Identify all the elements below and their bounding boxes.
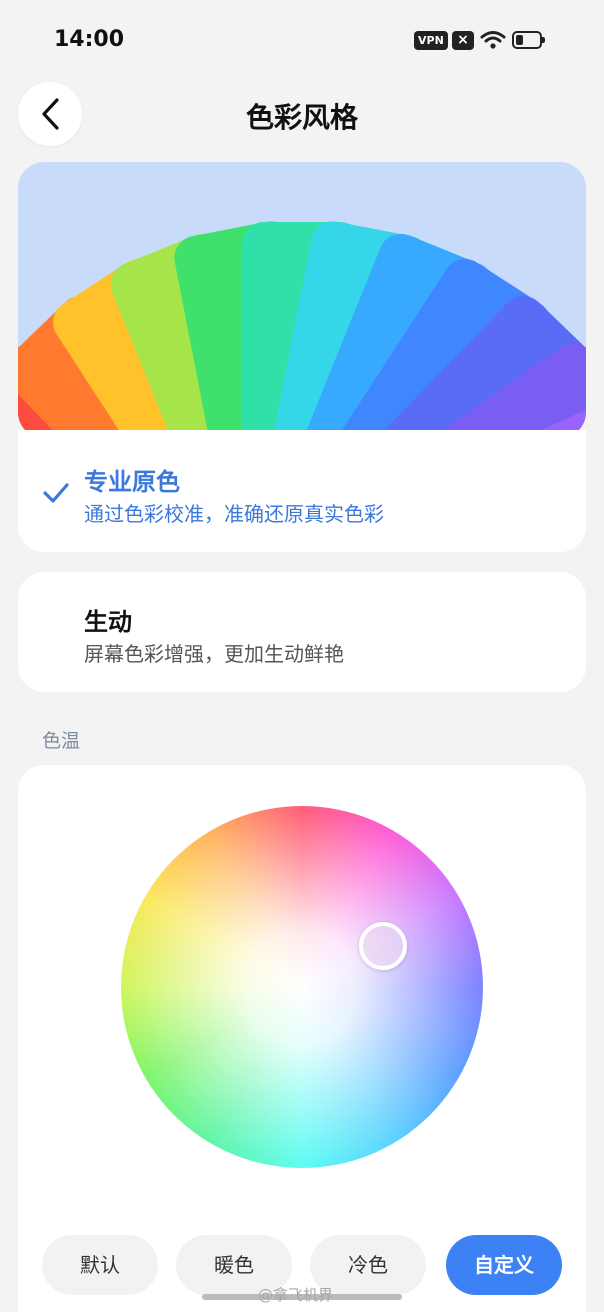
color-wheel[interactable] [121, 806, 483, 1168]
color-wheel-handle[interactable] [359, 922, 407, 970]
option-pro-title: 专业原色 [84, 468, 180, 496]
option-vivid-title: 生动 [84, 608, 132, 636]
preset-default-button[interactable]: 默认 [42, 1235, 158, 1295]
vpn-icon: VPN [414, 31, 448, 50]
preset-custom-button[interactable]: 自定义 [446, 1235, 562, 1295]
check-icon [43, 483, 69, 503]
color-style-hero-image [18, 162, 586, 438]
status-time: 14:00 [54, 27, 125, 52]
rainbow-fan-illustration [18, 221, 586, 438]
page-title: 色彩风格 [245, 101, 358, 134]
battery-level [516, 35, 523, 45]
color-temp-label: 色温 [42, 730, 81, 752]
option-pro-subtitle: 通过色彩校准，准确还原真实色彩 [84, 502, 384, 526]
color-style-page: 14:00 VPN × 色彩风格 专业原色 通过色彩校准，准确还原真实色彩 生动… [0, 0, 604, 1312]
option-vivid-subtitle: 屏幕色彩增强，更加生动鲜艳 [84, 642, 344, 666]
wifi-icon [480, 31, 506, 49]
status-bar: 14:00 VPN × [0, 0, 604, 80]
watermark: @拿飞机界 [258, 1286, 334, 1304]
battery-icon [512, 31, 545, 49]
x-icon: × [452, 31, 474, 50]
